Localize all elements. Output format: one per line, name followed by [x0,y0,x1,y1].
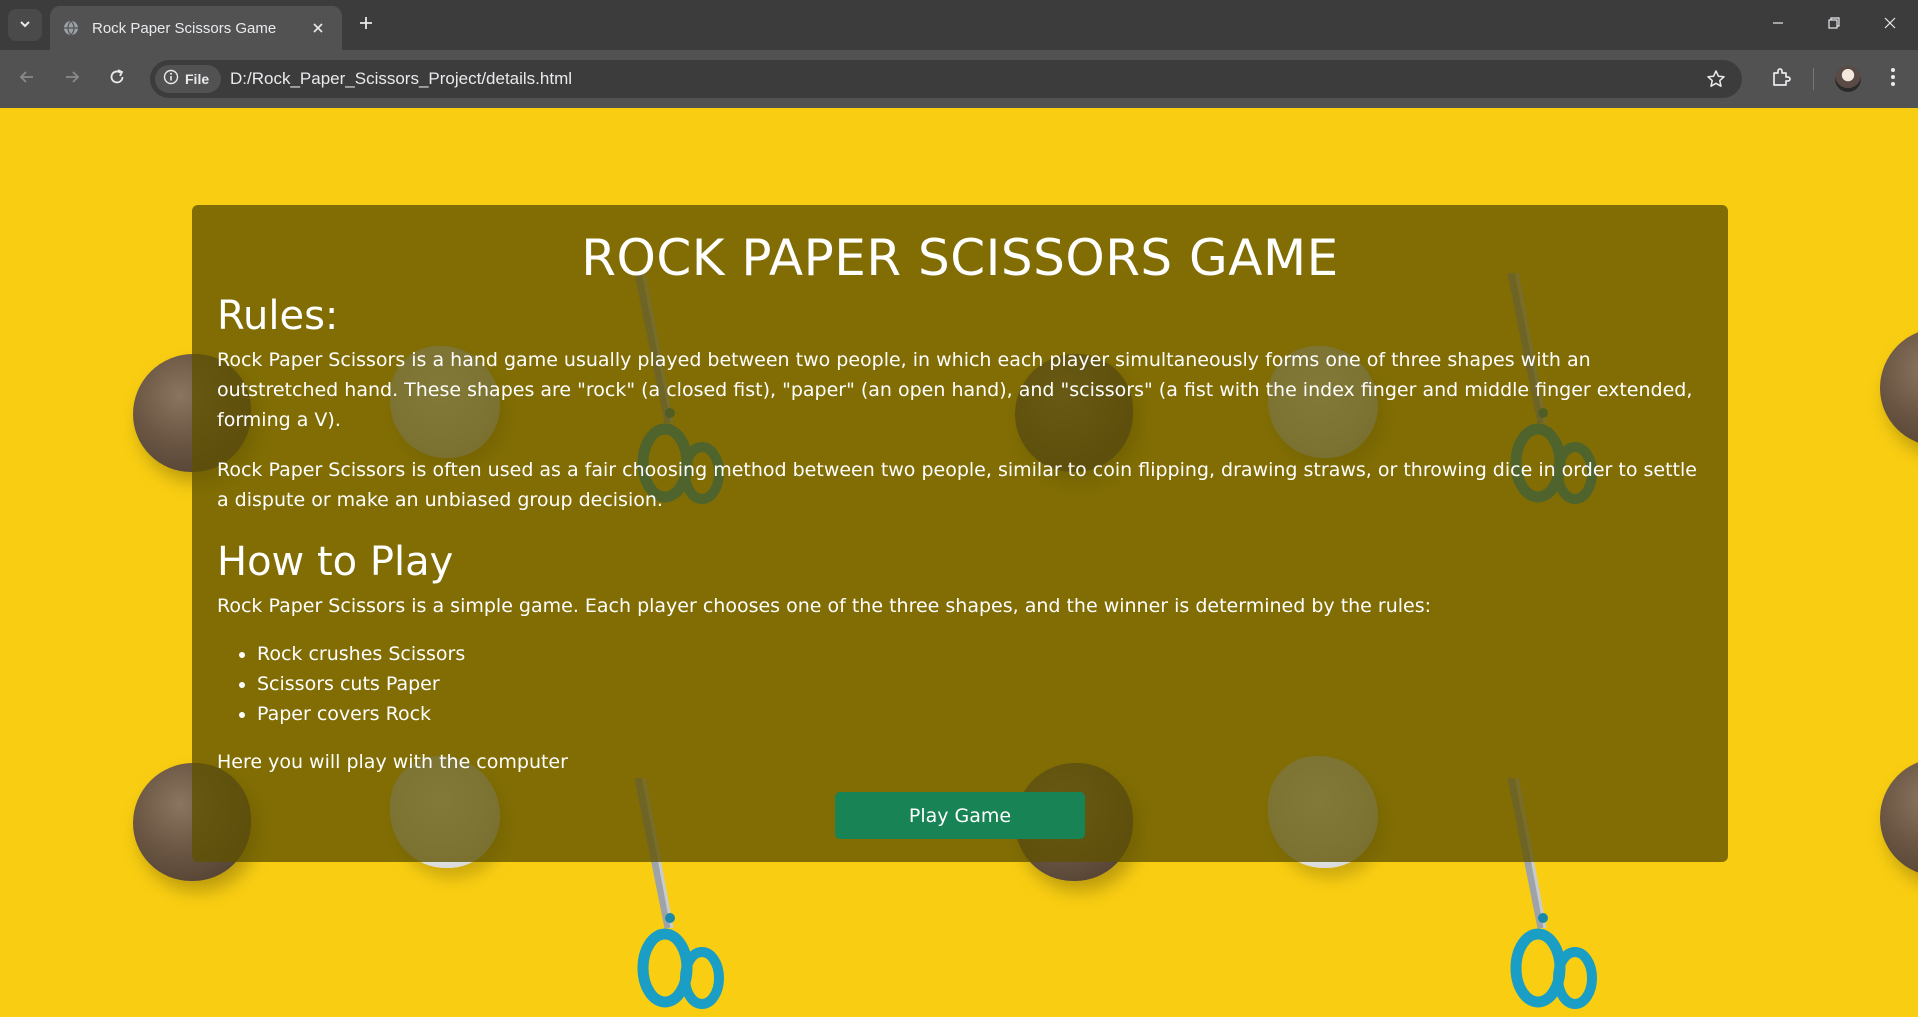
extensions-button[interactable] [1764,62,1798,96]
list-item: Rock crushes Scissors [257,639,1703,669]
kebab-menu-icon [1890,67,1896,91]
rock-image [1880,328,1918,446]
restore-icon [1827,15,1841,34]
site-info-chip[interactable]: File [155,65,221,93]
rock-image [1880,758,1918,876]
plus-icon [358,15,374,35]
puzzle-icon [1770,66,1792,92]
arrow-left-icon [18,68,36,90]
restore-button[interactable] [1806,0,1862,48]
reload-button[interactable] [100,62,134,96]
how-to-play-heading: How to Play [217,539,454,585]
browser-menu-button[interactable] [1876,62,1910,96]
info-icon [163,69,179,89]
rules-heading: Rules: [217,293,339,339]
list-item: Scissors cuts Paper [257,669,1703,699]
minimize-button[interactable] [1750,0,1806,48]
tab-search-button[interactable] [8,9,42,41]
address-bar[interactable]: File D:/Rock_Paper_Scissors_Project/deta… [150,60,1742,98]
url-text[interactable]: D:/Rock_Paper_Scissors_Project/details.h… [230,69,572,89]
site-chip-label: File [185,71,210,87]
browser-tab[interactable]: Rock Paper Scissors Game [50,6,342,50]
page-title: ROCK PAPER SCISSORS GAME [581,229,1339,287]
forward-button[interactable] [55,62,89,96]
list-item: Paper covers Rock [257,699,1703,729]
tab-title: Rock Paper Scissors Game [92,19,277,37]
tab-strip: Rock Paper Scissors Game [0,0,1918,50]
reload-icon [108,68,126,90]
avatar[interactable] [1835,66,1861,92]
close-icon [1883,15,1897,34]
toolbar-divider [1813,68,1814,90]
play-game-button[interactable]: Play Game [835,792,1085,839]
star-icon[interactable] [1704,67,1728,91]
rules-paragraph: Rock Paper Scissors is a hand game usual… [217,349,1693,431]
details-card: ROCK PAPER SCISSORS GAME Rules: Rock Pap… [192,205,1728,862]
close-icon[interactable] [306,16,330,40]
globe-icon [62,19,80,37]
outcome-list: Rock crushes Scissors Scissors cuts Pape… [257,639,1703,729]
close-window-button[interactable] [1862,0,1918,48]
chevron-down-icon [18,16,32,35]
arrow-right-icon [63,68,81,90]
how-to-play-paragraph: Rock Paper Scissors is a simple game. Ea… [217,595,1432,617]
minimize-icon [1771,15,1785,34]
back-button[interactable] [10,62,44,96]
play-with-computer-text: Here you will play with the computer [217,751,568,773]
rules-paragraph: Rock Paper Scissors is often used as a f… [217,459,1697,511]
new-tab-button[interactable] [352,11,380,39]
page-viewport: ROCK PAPER SCISSORS GAME Rules: Rock Pap… [0,108,1918,1017]
